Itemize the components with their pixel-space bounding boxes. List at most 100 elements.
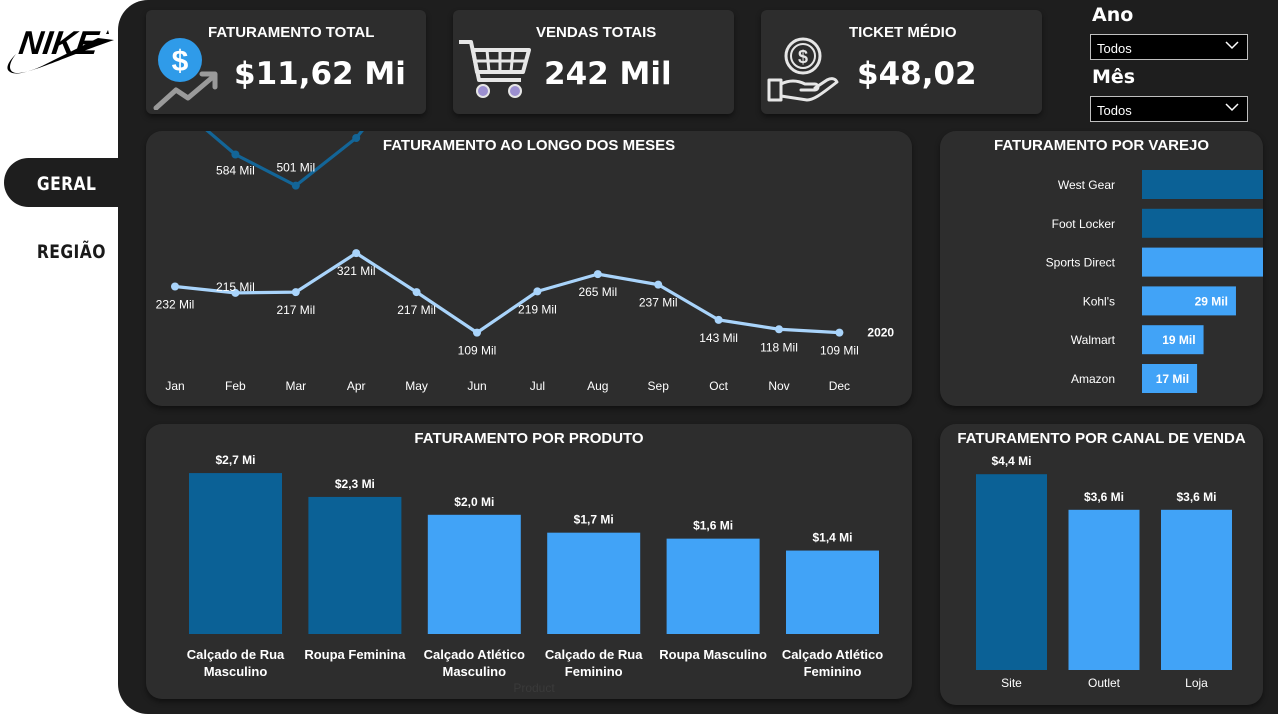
bar-value-label: $4,4 Mi <box>991 454 1031 468</box>
nike-logo: NIKE <box>7 25 114 74</box>
canal-bar-chart: $4,4 Mi Site $3,6 Mi Outlet $3,6 Mi Loja <box>976 454 1232 690</box>
data-label-2020: 321 Mil <box>337 264 376 278</box>
x-tick-label: Sep <box>648 379 670 393</box>
data-label-2020: 215 Mil <box>216 280 255 294</box>
category-label: Calçado de Rua Masculino <box>187 647 285 679</box>
data-label-2020: 109 Mil <box>458 344 497 358</box>
data-label-2020: 237 Mil <box>639 296 678 310</box>
nav-item-regiao[interactable]: REGIÃO <box>0 228 106 276</box>
series-line-2020 <box>174 251 840 335</box>
bar <box>308 496 402 634</box>
produto-chart-panel: FATURAMENTO POR PRODUTO $2,7 Mi Calçado d… <box>146 424 912 699</box>
bar-value-label: $1,6 Mi <box>693 519 733 533</box>
category-label: Foot Locker <box>1052 217 1115 231</box>
category-label: Walmart <box>1071 333 1116 347</box>
kpi-faturamento-value: $11,62 Mi <box>234 56 406 92</box>
x-tick-label: Feb <box>225 379 246 393</box>
bar-value-label: $2,7 Mi <box>215 453 255 467</box>
bar <box>1161 509 1232 670</box>
varejo-chart-panel: FATURAMENTO POR VAREJO West Gear63 MilFo… <box>940 131 1263 406</box>
data-label-2020: 217 Mil <box>397 303 436 317</box>
x-tick-label: Jul <box>530 379 545 393</box>
bar-value-label: $3,6 Mi <box>1084 490 1124 504</box>
kpi-ticket-card: $ TICKET MÉDIO $48,02 <box>761 10 1042 114</box>
data-point-2020 <box>533 287 542 296</box>
bar <box>547 532 641 634</box>
bar-value-label: 17 Mil <box>1156 372 1189 386</box>
category-label: Sports Direct <box>1046 256 1116 270</box>
dashboard-canvas: $ FATURAMENTO TOTAL $11,62 Mi VENDAS TOT… <box>118 0 1278 714</box>
bar-value-label: $1,7 Mi <box>574 513 614 527</box>
x-tick-label: Jan <box>165 379 184 393</box>
revenue-growth-icon: $ <box>153 38 218 110</box>
data-label-2020: 118 Mil <box>760 340 798 354</box>
x-tick-label: May <box>405 379 428 393</box>
data-label-2021: 584 Mil <box>216 164 255 178</box>
filter-mes-dropdown[interactable]: Todos <box>1090 96 1248 122</box>
data-label-2020: 109 Mil <box>820 344 859 358</box>
data-point-2020 <box>714 315 723 324</box>
bar-value-label: $2,0 Mi <box>454 495 494 509</box>
kpi-faturamento-card: $ FATURAMENTO TOTAL $11,62 Mi <box>146 10 426 114</box>
filter-ano-value: Todos <box>1097 41 1132 56</box>
line-chart: JanFebMarAprMayJunJulAugSepOctNovDec2021… <box>156 131 894 393</box>
data-point-2021 <box>231 150 240 159</box>
data-point-2020 <box>593 270 602 279</box>
category-label: Calçado Atlético Feminino <box>782 647 883 679</box>
kpi-vendas-card: VENDAS TOTAIS 242 Mil <box>453 10 734 114</box>
bar <box>1068 509 1140 670</box>
category-label: Site <box>1001 676 1022 690</box>
data-label-2020: 265 Mil <box>578 285 617 299</box>
varejo-bar-chart: West Gear63 MilFoot Locker58 MilSports D… <box>1046 170 1263 393</box>
produto-bar-chart: $2,7 Mi Calçado de Rua Masculino $2,3 Mi Rou… <box>187 453 884 695</box>
chevron-down-icon <box>1225 103 1239 112</box>
x-tick-label: Dec <box>829 379 850 393</box>
bar-value-label: 19 Mil <box>1162 333 1195 347</box>
filter-mes-value: Todos <box>1097 103 1132 118</box>
series-label-2020: 2020 <box>867 326 894 340</box>
x-tick-label: Apr <box>347 379 366 393</box>
bar <box>189 473 282 634</box>
data-label-2020: 232 Mil <box>156 298 195 312</box>
kpi-faturamento-title: FATURAMENTO TOTAL <box>208 24 375 41</box>
data-point-2020 <box>352 249 361 258</box>
line-chart-panel: FATURAMENTO AO LONGO DOS MESES Jan Feb Mar… <box>146 131 912 406</box>
shopping-cart-icon <box>459 40 531 98</box>
x-tick-label: Mar <box>285 379 306 393</box>
bar <box>1142 247 1263 277</box>
category-label: Roupa Feminina <box>304 647 406 662</box>
data-point-2020 <box>775 325 783 334</box>
x-tick-label: Nov <box>768 379 789 393</box>
series-line-2021 <box>205 131 364 188</box>
x-tick-label: Aug <box>587 379 608 393</box>
nav-item-geral[interactable]: GERAL <box>0 160 97 208</box>
category-label: Kohl's <box>1083 294 1115 308</box>
x-tick-label: Oct <box>709 379 728 393</box>
data-point-2020 <box>171 282 179 291</box>
data-point-2020 <box>291 288 300 297</box>
coin-hand-icon: $ <box>767 37 839 102</box>
data-point-2021 <box>352 134 361 142</box>
svg-text:$: $ <box>172 45 189 78</box>
x-axis-label: Product <box>513 681 555 695</box>
svg-text:$: $ <box>798 47 808 67</box>
data-label-2020: 143 Mil <box>699 331 738 345</box>
data-point-2020 <box>654 280 663 289</box>
filter-ano-label: Ano <box>1092 4 1134 26</box>
x-tick-label: Jun <box>467 379 486 393</box>
kpi-ticket-title: TICKET MÉDIO <box>849 24 957 41</box>
data-point-2020 <box>412 288 421 297</box>
category-label: Outlet <box>1088 676 1121 690</box>
filter-ano-dropdown[interactable]: Todos <box>1090 34 1248 60</box>
category-label: Calçado Atlético Masculino <box>424 647 525 679</box>
bar <box>786 550 879 634</box>
data-point-2020 <box>473 328 481 337</box>
bar <box>666 538 760 634</box>
category-label: Amazon <box>1071 372 1115 386</box>
kpi-vendas-value: 242 Mil <box>544 56 672 92</box>
data-label-2020: 219 Mil <box>518 302 557 316</box>
data-point-2021 <box>291 181 300 190</box>
bar <box>1142 208 1263 238</box>
bar <box>976 474 1047 670</box>
data-label-2021: 501 Mil <box>276 161 315 175</box>
